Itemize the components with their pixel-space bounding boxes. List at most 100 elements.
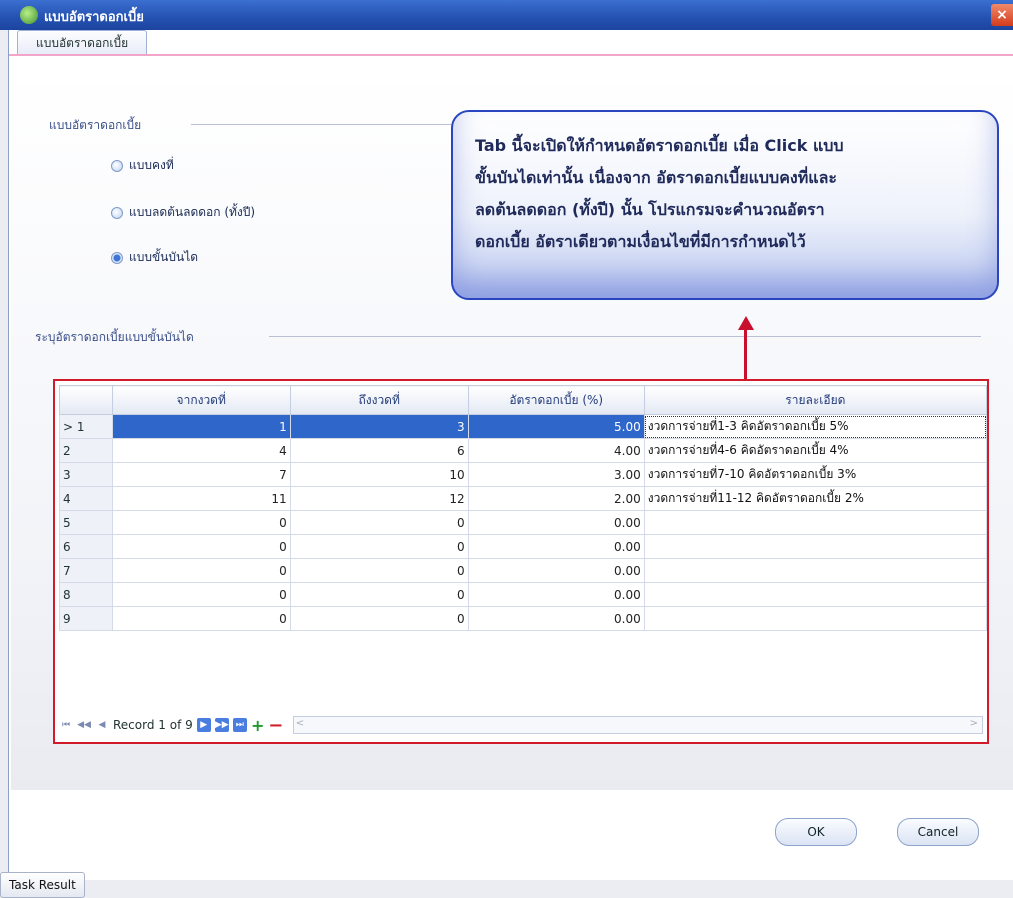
table-row[interactable]: 6 0 0 0.00 xyxy=(59,534,988,559)
row-indicator: 2 xyxy=(59,438,113,463)
description-cell[interactable]: งวดการจ่ายที่11-12 คิดอัตราดอกเบี้ย 2% xyxy=(643,486,988,511)
from-period-cell[interactable]: 7 xyxy=(111,462,291,487)
radio-reducing-dot[interactable] xyxy=(111,206,123,219)
header-to-period[interactable]: ถึงงวดที่ xyxy=(289,385,469,415)
description-cell[interactable] xyxy=(643,534,988,559)
rate-group-title: แบบอัตราดอกเบี้ย xyxy=(49,118,142,132)
from-period-cell[interactable]: 11 xyxy=(111,486,291,511)
description-cell[interactable] xyxy=(643,558,988,583)
radio-fixed[interactable]: แบบคงที่ xyxy=(111,156,174,175)
to-period-cell[interactable]: 10 xyxy=(289,462,469,487)
to-period-cell[interactable]: 0 xyxy=(289,510,469,535)
rate-table: จากงวดที่ ถึงงวดที่ อัตราดอกเบี้ย (%) รา… xyxy=(59,385,988,631)
cancel-button[interactable]: Cancel xyxy=(897,818,979,846)
help-callout: Tab นี้จะเปิดให้กำหนดอัตราดอกเบี้ย เมื่อ… xyxy=(451,110,999,300)
table-row[interactable]: 4 11 12 2.00 งวดการจ่ายที่11-12 คิดอัตราดอกเ… xyxy=(59,486,988,511)
from-period-cell[interactable]: 0 xyxy=(111,606,291,631)
from-period-cell[interactable]: 4 xyxy=(111,438,291,463)
interest-rate-cell[interactable]: 0.00 xyxy=(467,534,645,559)
tab-interest-type[interactable]: แบบอัตราดอกเบี้ย xyxy=(17,30,148,55)
interest-rate-cell[interactable]: 0.00 xyxy=(467,558,645,583)
row-indicator: 8 xyxy=(59,582,113,607)
from-period-cell[interactable]: 0 xyxy=(111,534,291,559)
scroll-right-icon[interactable]: > xyxy=(970,718,978,729)
ok-button[interactable]: OK xyxy=(775,818,857,846)
close-button[interactable]: × xyxy=(991,4,1013,26)
table-row[interactable]: > 1 1 3 5.00 งวดการจ่ายที่1-3 คิดอัตราดอกเบี… xyxy=(59,414,988,439)
table-row[interactable]: 8 0 0 0.00 xyxy=(59,582,988,607)
table-row[interactable]: 2 4 6 4.00 งวดการจ่ายที่4-6 คิดอัตราดอกเบี้ย… xyxy=(59,438,988,463)
to-period-cell[interactable]: 0 xyxy=(289,606,469,631)
description-cell[interactable]: งวดการจ่ายที่1-3 คิดอัตราดอกเบี้ย 5% xyxy=(643,414,988,439)
to-period-cell[interactable]: 3 xyxy=(289,414,469,439)
description-cell[interactable]: งวดการจ่ายที่7-10 คิดอัตราดอกเบี้ย 3% xyxy=(643,462,988,487)
radio-fixed-label: แบบคงที่ xyxy=(129,158,174,172)
header-description[interactable]: รายละเอียด xyxy=(643,385,988,415)
description-cell[interactable]: งวดการจ่ายที่4-6 คิดอัตราดอกเบี้ย 4% xyxy=(643,438,988,463)
row-indicator: 4 xyxy=(59,486,113,511)
row-indicator: 3 xyxy=(59,462,113,487)
next-page-icon[interactable]: ▶▶ xyxy=(214,718,229,732)
callout-line-3: ลดต้นลดดอก (ทั้งปี) นั้น โปรแกรมจะคำนวณอ… xyxy=(475,200,825,219)
tab-underline xyxy=(9,54,1013,56)
row-indicator: > 1 xyxy=(59,414,113,439)
next-record-icon[interactable]: ▶ xyxy=(196,718,211,732)
from-period-cell[interactable]: 1 xyxy=(111,414,291,439)
interest-rate-cell[interactable]: 3.00 xyxy=(467,462,645,487)
interest-rate-cell[interactable]: 0.00 xyxy=(467,606,645,631)
description-cell[interactable] xyxy=(643,606,988,631)
from-period-cell[interactable]: 0 xyxy=(111,582,291,607)
to-period-cell[interactable]: 0 xyxy=(289,534,469,559)
last-record-icon[interactable]: ⏭ xyxy=(232,718,247,732)
record-navigator: ⏮ ◀◀ ◀ Record 1 of 9 ▶ ▶▶ ⏭ + − < > xyxy=(59,713,983,737)
table-row[interactable]: 9 0 0 0.00 xyxy=(59,606,988,631)
row-indicator: 7 xyxy=(59,558,113,583)
from-period-cell[interactable]: 0 xyxy=(111,558,291,583)
to-period-cell[interactable]: 0 xyxy=(289,582,469,607)
radio-step[interactable]: แบบขั้นบันได xyxy=(111,248,198,267)
header-interest-rate[interactable]: อัตราดอกเบี้ย (%) xyxy=(467,385,645,415)
horizontal-scrollbar[interactable]: < > xyxy=(292,716,983,734)
callout-line-4: ดอกเบี้ย อัตราเดียวตามเงื่อนไขที่มีการกำ… xyxy=(475,232,806,251)
header-from-period[interactable]: จากงวดที่ xyxy=(111,385,291,415)
radio-reducing-label: แบบลดต้นลดดอก (ทั้งปี) xyxy=(129,205,256,219)
radio-step-label: แบบขั้นบันได xyxy=(129,250,199,264)
description-cell[interactable] xyxy=(643,582,988,607)
table-row[interactable]: 5 0 0 0.00 xyxy=(59,510,988,535)
prev-record-icon[interactable]: ◀ xyxy=(95,718,109,732)
row-indicator: 6 xyxy=(59,534,113,559)
description-cell[interactable] xyxy=(643,510,988,535)
to-period-cell[interactable]: 12 xyxy=(289,486,469,511)
grid-group-divider xyxy=(269,336,981,337)
from-period-cell[interactable]: 0 xyxy=(111,510,291,535)
row-indicator: 5 xyxy=(59,510,113,535)
interest-rate-cell[interactable]: 0.00 xyxy=(467,582,645,607)
callout-line-2: ขั้นบันไดเท่านั้น เนื่องจาก อัตราดอกเบี้… xyxy=(475,168,837,187)
interest-rate-cell[interactable]: 2.00 xyxy=(467,486,645,511)
step-rate-grid: จากงวดที่ ถึงงวดที่ อัตราดอกเบี้ย (%) รา… xyxy=(53,379,989,744)
to-period-cell[interactable]: 6 xyxy=(289,438,469,463)
rate-group-divider xyxy=(191,124,451,125)
table-row[interactable]: 3 7 10 3.00 งวดการจ่ายที่7-10 คิดอัตราดอกเบี… xyxy=(59,462,988,487)
interest-rate-cell[interactable]: 4.00 xyxy=(467,438,645,463)
radio-step-dot[interactable] xyxy=(111,251,123,264)
window-title-bar: แบบอัตราดอกเบี้ย × xyxy=(0,0,1013,30)
add-record-icon[interactable]: + xyxy=(251,716,265,735)
interest-rate-cell[interactable]: 0.00 xyxy=(467,510,645,535)
table-row[interactable]: 7 0 0 0.00 xyxy=(59,558,988,583)
prev-page-icon[interactable]: ◀◀ xyxy=(77,718,91,732)
interest-rate-cell[interactable]: 5.00 xyxy=(467,414,645,439)
header-row-indicator xyxy=(59,385,113,415)
scroll-left-icon[interactable]: < xyxy=(296,718,304,729)
radio-fixed-dot[interactable] xyxy=(111,159,123,172)
window-title: แบบอัตราดอกเบี้ย xyxy=(44,10,144,25)
delete-record-icon[interactable]: − xyxy=(268,715,283,736)
first-record-icon[interactable]: ⏮ xyxy=(59,718,73,732)
radio-reducing[interactable]: แบบลดต้นลดดอก (ทั้งปี) xyxy=(111,203,255,222)
callout-line-1: Tab นี้จะเปิดให้กำหนดอัตราดอกเบี้ย เมื่อ… xyxy=(475,136,844,155)
table-header-row: จากงวดที่ ถึงงวดที่ อัตราดอกเบี้ย (%) รา… xyxy=(59,385,988,415)
dialog-body: แบบอัตราดอกเบี้ย แบบอัตราดอกเบี้ย แบบคงท… xyxy=(8,30,1013,880)
record-counter: Record 1 of 9 xyxy=(113,718,193,732)
task-result-button[interactable]: Task Result xyxy=(0,872,85,898)
to-period-cell[interactable]: 0 xyxy=(289,558,469,583)
